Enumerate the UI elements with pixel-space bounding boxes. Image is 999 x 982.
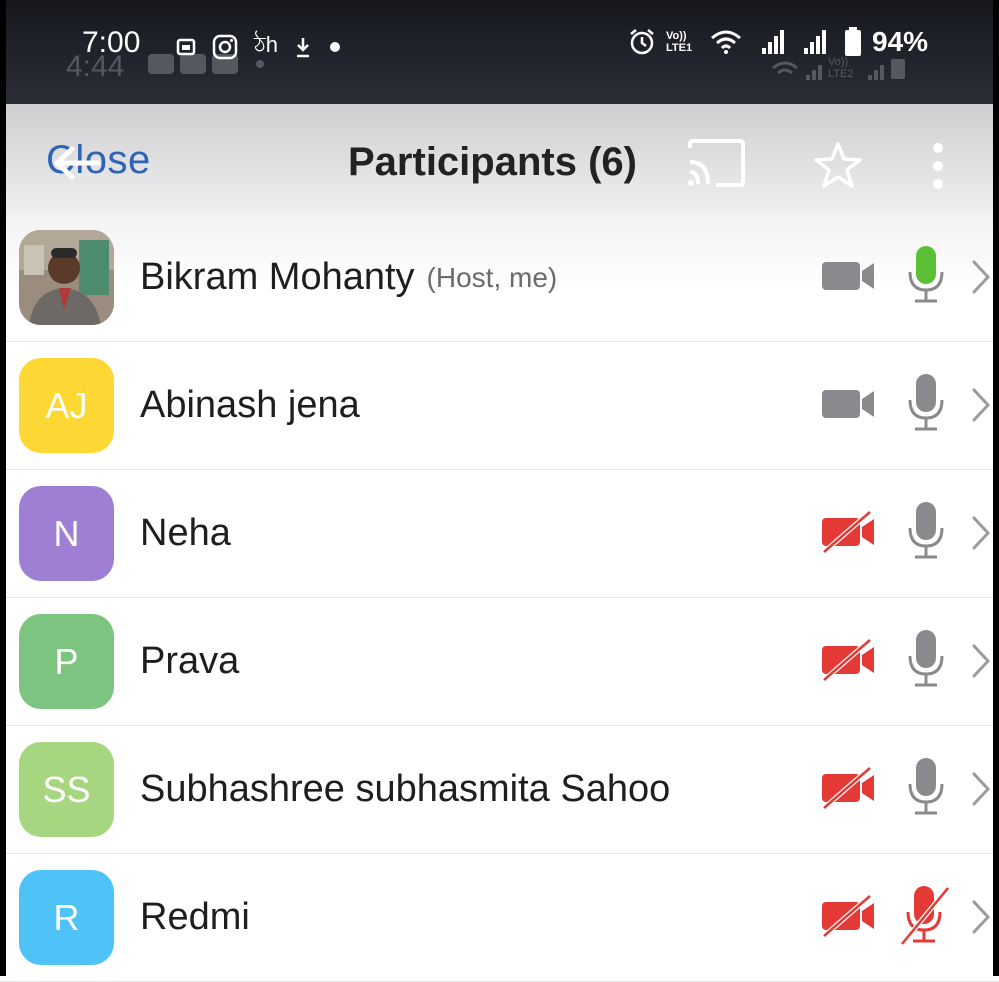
participant-name: Abinash jena	[140, 384, 360, 426]
video-off-icon	[822, 766, 874, 810]
mic-active-icon	[908, 246, 944, 303]
volte-lte2-label: Vo)) LTE2	[828, 56, 854, 80]
youtube-ghost-icon	[148, 54, 174, 74]
participant-row[interactable]: SS Subhashree subhasmita Sahoo	[0, 726, 999, 854]
video-off-icon	[822, 510, 874, 554]
avatar-initials: P	[54, 640, 79, 682]
avatar: P	[19, 614, 114, 709]
close-button[interactable]: Close	[46, 138, 151, 186]
mic-icon	[908, 502, 944, 559]
participant-row[interactable]: P Prava	[0, 598, 999, 726]
star-icon[interactable]	[812, 140, 864, 190]
mic-muted-icon	[900, 886, 950, 946]
video-on-icon	[822, 262, 874, 290]
chevron-right-icon[interactable]	[970, 514, 992, 552]
wifi-icon	[711, 30, 741, 54]
notification-icons: ঠh	[176, 28, 342, 65]
download-icon	[297, 37, 309, 57]
video-on-icon	[822, 390, 874, 418]
dot-icon	[330, 41, 340, 52]
back-arrow-icon	[54, 146, 100, 180]
avatar	[19, 230, 114, 325]
app-notif-text: ঠh	[254, 32, 278, 57]
more-options-icon[interactable]	[928, 142, 948, 190]
signal-ghost-icon	[806, 65, 822, 80]
system-icons: Vo)) LTE1 94%	[628, 26, 928, 58]
chevron-right-icon[interactable]	[970, 386, 992, 424]
participant-row[interactable]: R Redmi	[0, 854, 999, 982]
host-tag: (Host, me)	[426, 261, 558, 293]
status-bar: 4:44 7:00 ঠh Vo)) LTE1 94% Vo)) LTE2	[0, 0, 999, 104]
participants-list: Bikram Mohanty (Host, me) AJ Abinash jen…	[0, 214, 999, 982]
participant-name: Neha	[140, 512, 231, 554]
status-time: 7:00	[82, 26, 141, 59]
participant-name: Redmi	[140, 896, 250, 938]
alarm-icon	[630, 29, 654, 55]
volte-lte1-label: Vo)) LTE1	[666, 30, 693, 54]
app-bar: Close Participants (6)	[0, 104, 999, 216]
chevron-right-icon[interactable]	[970, 898, 992, 936]
battery-percent: 94%	[872, 26, 929, 57]
participant-name: Subhashree subhasmita Sahoo	[140, 768, 671, 810]
avatar: N	[19, 486, 114, 581]
avatar-initials: N	[53, 512, 80, 554]
avatar-initials: AJ	[45, 384, 88, 426]
battery-icon	[845, 27, 861, 56]
avatar-initials: R	[53, 896, 80, 938]
avatar: AJ	[19, 358, 114, 453]
signal-1-icon	[762, 30, 784, 54]
participant-row[interactable]: AJ Abinash jena	[0, 342, 999, 470]
chevron-right-icon[interactable]	[970, 642, 992, 680]
participant-row[interactable]: Bikram Mohanty (Host, me)	[0, 214, 999, 342]
signal-2-icon	[804, 30, 826, 54]
cast-icon[interactable]	[686, 138, 746, 188]
battery-ghost-icon	[891, 59, 905, 79]
profile-photo	[19, 230, 114, 325]
mic-icon	[908, 374, 944, 431]
participant-name: Bikram Mohanty	[140, 256, 415, 298]
avatar-initials: SS	[42, 768, 91, 810]
chevron-right-icon[interactable]	[970, 770, 992, 808]
participant-name: Prava	[140, 640, 240, 682]
right-bezel	[993, 0, 999, 976]
participant-name-wrap: Bikram Mohanty (Host, me)	[140, 214, 557, 341]
video-off-icon	[822, 638, 874, 682]
status-ghost-system-icons: Vo)) LTE2	[770, 56, 906, 80]
video-off-icon	[822, 894, 874, 938]
avatar: R	[19, 870, 114, 965]
left-bezel	[0, 0, 6, 976]
mic-icon	[908, 758, 944, 815]
participant-row[interactable]: N Neha	[0, 470, 999, 598]
signal-ghost-icon	[868, 65, 884, 80]
chevron-right-icon[interactable]	[970, 258, 992, 296]
gallery-notif-icon	[176, 38, 196, 55]
mic-icon	[908, 630, 944, 687]
wifi-ghost-icon	[772, 61, 798, 75]
page-title: Participants (6)	[348, 140, 637, 184]
avatar: SS	[19, 742, 114, 837]
instagram-icon	[212, 34, 238, 59]
